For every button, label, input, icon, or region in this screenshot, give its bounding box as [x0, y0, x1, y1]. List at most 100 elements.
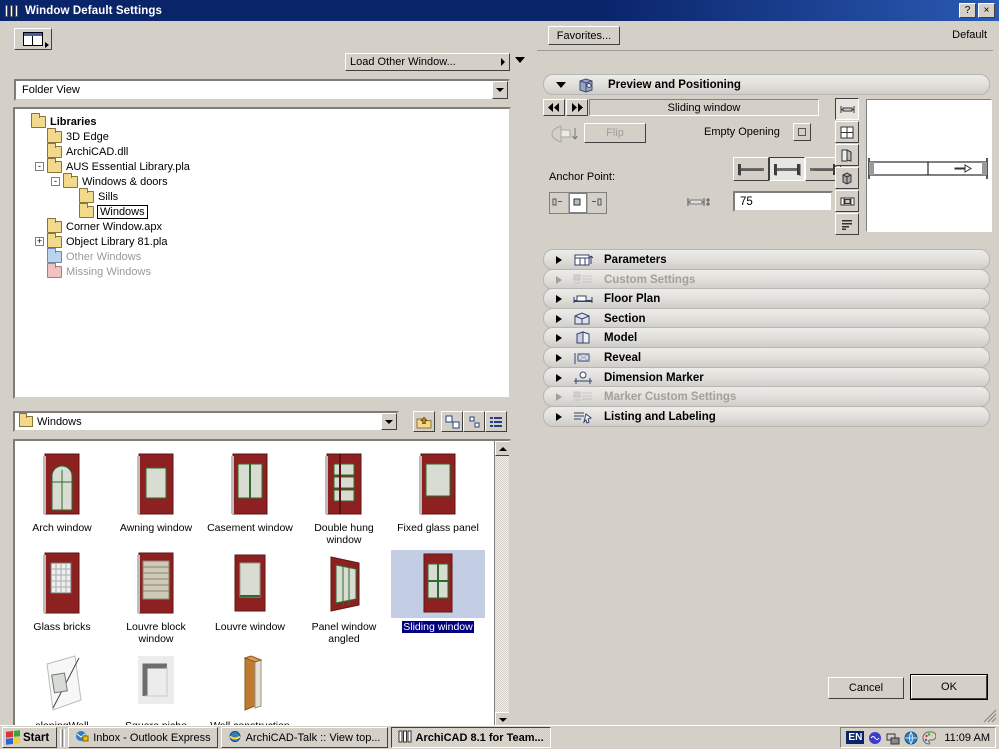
folder-up-icon-button[interactable]	[413, 411, 435, 432]
tree-item[interactable]: + Object Library 81.pla	[19, 232, 505, 249]
cancel-button[interactable]: Cancel	[828, 677, 904, 699]
object-grid-item[interactable]: Glass bricks	[15, 546, 109, 645]
start-button[interactable]: Start	[2, 727, 58, 748]
object-grid-item[interactable]: Louvre window	[203, 546, 297, 645]
object-grid-item-label: Awning window	[119, 522, 193, 534]
large-icons-view-icon-button[interactable]	[441, 411, 463, 432]
folder-icon	[63, 172, 78, 188]
object-grid-item[interactable]: Casement window	[203, 447, 297, 546]
tree-item[interactable]: Windows	[19, 202, 505, 219]
object-grid[interactable]: Arch window Awning window Casement windo…	[13, 439, 511, 729]
palette-icon[interactable]	[922, 731, 937, 745]
taskbar-button[interactable]: ArchiCAD-Talk :: View top...	[220, 727, 388, 748]
panel-collapse-chevron-icon[interactable]	[515, 57, 525, 63]
tree-item[interactable]: - AUS Essential Library.pla	[19, 157, 505, 174]
section-view-icon-button[interactable]	[835, 190, 859, 212]
list-view-icon-button[interactable]	[485, 411, 507, 432]
flip-button[interactable]: Flip	[584, 123, 646, 143]
folder-view-combo[interactable]: Folder View	[14, 79, 510, 101]
tree-item[interactable]: - Windows & doors	[19, 172, 505, 189]
tree-item[interactable]: Libraries	[19, 112, 505, 129]
object-grid-item[interactable]: Louvre block window	[109, 546, 203, 645]
object-grid-item[interactable]: Arch window	[15, 447, 109, 546]
object-grid-item[interactable]: Sliding window	[391, 546, 485, 645]
current-folder-combo[interactable]: Windows	[13, 411, 399, 432]
taskbar-button[interactable]: ArchiCAD 8.1 for Team...	[390, 727, 551, 748]
tree-item[interactable]: 3D Edge	[19, 127, 505, 144]
anchor-option-center[interactable]	[569, 193, 588, 213]
small-icons-view-icon-button[interactable]	[463, 411, 485, 432]
collapse-icon[interactable]: -	[35, 162, 44, 171]
scrollbar-track[interactable]	[495, 456, 509, 712]
expand-icon[interactable]: +	[35, 237, 44, 246]
anchor-option-left[interactable]	[550, 193, 569, 213]
section-header-section[interactable]: Section	[543, 308, 990, 329]
object-grid-item[interactable]: Panel window angled	[297, 546, 391, 645]
object-grid-item[interactable]: Awning window	[109, 447, 203, 546]
title-bar-buttons: ? ×	[959, 3, 997, 18]
next-object-button[interactable]	[566, 99, 588, 116]
globe-icon[interactable]	[904, 731, 918, 745]
tree-item-label: Object Library 81.pla	[66, 235, 168, 248]
object-grid-item[interactable]: Double hung window	[297, 447, 391, 546]
taskbar-grip[interactable]	[60, 728, 66, 747]
ok-button[interactable]: OK	[911, 675, 987, 699]
sill-height-input[interactable]: 75	[733, 191, 833, 212]
taskbar-button[interactable]: Inbox - Outlook Express	[68, 727, 218, 748]
volume-icon[interactable]	[868, 731, 882, 745]
preview-viewport[interactable]	[866, 99, 992, 232]
section-header-dimension-marker[interactable]: Dimension Marker	[543, 367, 990, 388]
section-header-model[interactable]: Model	[543, 327, 990, 348]
favorites-button[interactable]: Favorites...	[548, 26, 620, 45]
side-view-icon-button[interactable]	[835, 144, 859, 166]
network-icon[interactable]	[886, 731, 900, 745]
list-view-icon-button-preview[interactable]	[835, 213, 859, 235]
collapse-icon[interactable]: -	[51, 177, 60, 186]
section-title: Listing and Labeling	[604, 410, 716, 423]
object-grid-item-label: Double hung window	[314, 522, 374, 546]
section-header-listing-and-labeling[interactable]: Listing and Labeling	[543, 406, 990, 427]
object-grid-item[interactable]: Wall construction joint	[203, 645, 297, 727]
align-left-icon-button[interactable]	[733, 157, 769, 181]
floor-plan-view-icon-button[interactable]	[835, 98, 859, 120]
window-layout-icon-button[interactable]	[14, 28, 52, 50]
tree-item[interactable]: Other Windows	[19, 247, 505, 264]
resize-grip-icon[interactable]	[983, 709, 997, 723]
front-view-icon-button[interactable]	[835, 121, 859, 143]
previous-object-button[interactable]	[543, 99, 565, 116]
library-browser-panel: Load Other Window... Folder View Librari…	[0, 21, 530, 729]
section-header-parameters[interactable]: Parameters	[543, 249, 990, 270]
fixed-thumbnail-icon	[391, 451, 485, 519]
preview-view-tools	[835, 98, 859, 236]
section-header-preview-and-positioning[interactable]: Preview and Positioning	[543, 74, 990, 95]
tree-item[interactable]: Sills	[19, 187, 505, 204]
chevron-right-icon	[556, 275, 562, 284]
close-button[interactable]: ×	[978, 3, 995, 18]
tree-item-label: Windows	[97, 204, 148, 219]
tree-item[interactable]: ArchiCAD.dll	[19, 142, 505, 159]
anchor-option-right[interactable]	[588, 193, 606, 213]
tree-item[interactable]: Corner Window.apx	[19, 217, 505, 234]
align-center-icon-button[interactable]	[769, 157, 805, 181]
window-plan-preview	[867, 100, 991, 231]
3d-view-icon-button[interactable]	[835, 167, 859, 189]
load-other-window-button[interactable]: Load Other Window...	[345, 53, 510, 71]
object-grid-scrollbar[interactable]	[494, 441, 509, 727]
anchor-point-selector[interactable]	[549, 192, 607, 214]
tree-item[interactable]: Missing Windows	[19, 262, 505, 279]
small-icons-view-icon	[469, 416, 479, 427]
object-grid-item[interactable]: Square niche	[109, 645, 203, 727]
taskbar-buttons: Inbox - Outlook Express ArchiCAD-Talk :: …	[68, 727, 553, 748]
section-header-reveal[interactable]: Reveal	[543, 347, 990, 368]
help-button[interactable]: ?	[959, 3, 976, 18]
section-header-floor-plan[interactable]: Floor Plan	[543, 288, 990, 309]
language-indicator[interactable]: EN	[846, 731, 865, 744]
empty-opening-checkbox[interactable]	[793, 123, 811, 141]
object-grid-item[interactable]: Fixed glass panel	[391, 447, 485, 546]
scroll-up-icon[interactable]	[495, 441, 509, 456]
section-icon	[572, 311, 594, 327]
chevron-down-icon[interactable]	[381, 413, 397, 430]
library-tree[interactable]: Libraries 3D Edge ArchiCAD.dll - AUS Essenti…	[13, 107, 511, 399]
chevron-down-icon[interactable]	[492, 81, 508, 99]
object-grid-item[interactable]: slopingWall	[15, 645, 109, 727]
